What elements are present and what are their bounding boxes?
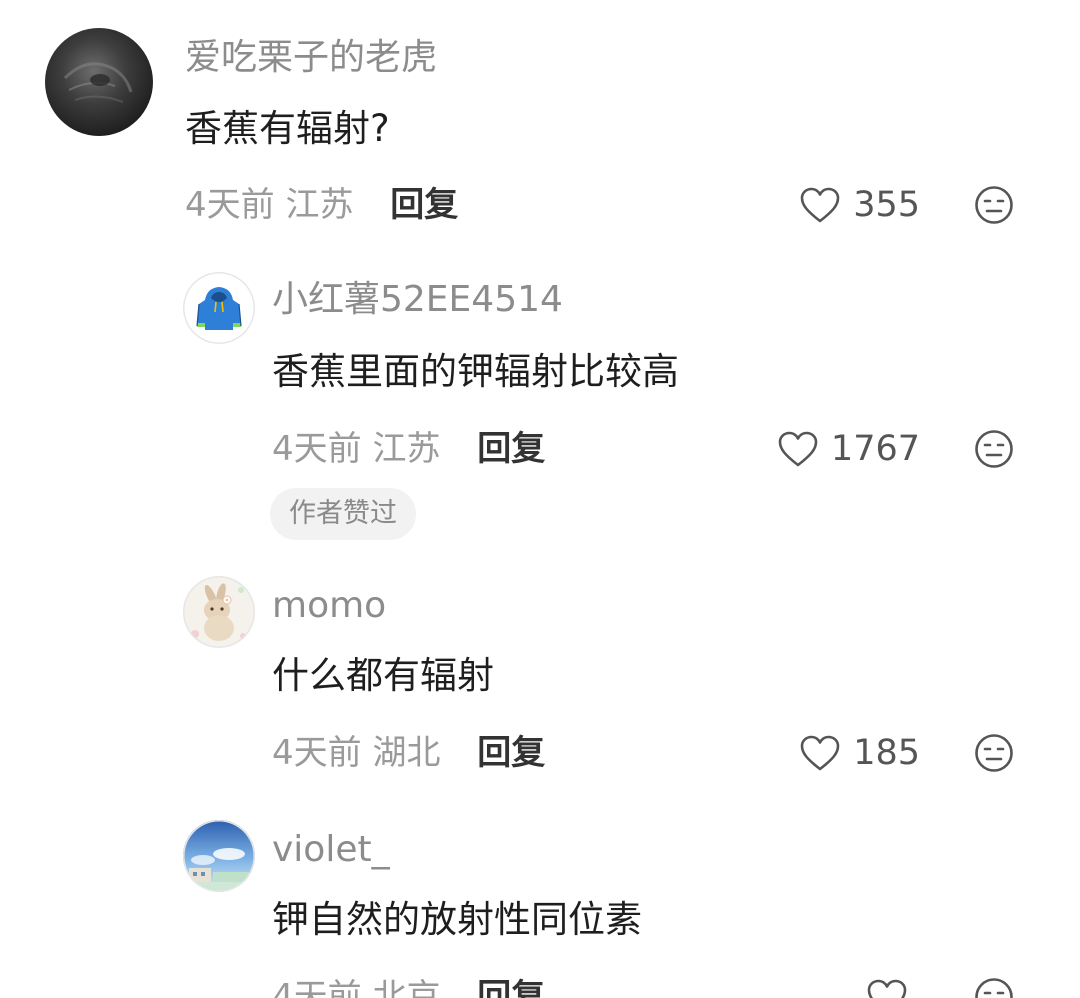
- like-button[interactable]: 1767: [777, 427, 920, 471]
- reply-button[interactable]: 回复: [477, 429, 545, 469]
- heart-outline-icon: [867, 979, 907, 998]
- timestamp: 4天前: [272, 733, 362, 773]
- comment-text[interactable]: 什么都有辐射: [272, 653, 494, 699]
- location: 北京: [372, 977, 441, 998]
- like-count: 1767: [830, 429, 920, 469]
- reply-button[interactable]: 回复: [390, 185, 458, 225]
- location: 江苏: [285, 185, 354, 225]
- like-button[interactable]: 355: [799, 183, 920, 227]
- comment-meta: 4天前 江苏 回复: [185, 183, 458, 227]
- username[interactable]: 小红薯52EE4514: [272, 278, 563, 322]
- comment-meta: 4天前 江苏 回复: [272, 427, 545, 471]
- meh-face-icon[interactable]: [974, 429, 1014, 469]
- avatar[interactable]: [45, 28, 153, 136]
- avatar[interactable]: [183, 576, 255, 648]
- blue-hoodie-avatar-icon: [183, 272, 255, 344]
- comment-text[interactable]: 香蕉里面的钾辐射比较高: [272, 349, 679, 395]
- avatar[interactable]: [183, 272, 255, 344]
- username[interactable]: 爱吃栗子的老虎: [185, 36, 437, 80]
- reply-button[interactable]: 回复: [477, 733, 545, 773]
- heart-outline-icon: [800, 187, 840, 223]
- reply-button[interactable]: 回复: [477, 977, 545, 998]
- timestamp: 4天前: [272, 977, 362, 998]
- comment-text[interactable]: 钾自然的放射性同位素: [272, 897, 642, 943]
- comment-meta: 4天前 湖北 回复: [272, 731, 545, 775]
- author-liked-badge: 作者赞过: [270, 488, 416, 540]
- like-count: 355: [853, 185, 920, 225]
- heart-outline-icon: [800, 735, 840, 771]
- meh-face-icon[interactable]: [974, 977, 1014, 998]
- sky-scene-avatar-icon: [183, 820, 255, 892]
- comment-meta: 4天前 北京 回复: [272, 975, 545, 998]
- heart-outline-icon: [778, 431, 818, 467]
- location: 江苏: [372, 429, 441, 469]
- location: 湖北: [372, 733, 441, 773]
- comment-thread: 爱吃栗子的老虎 香蕉有辐射? 4天前 江苏 回复 355 小红薯52EE4514…: [0, 0, 1080, 998]
- meh-face-icon[interactable]: [974, 733, 1014, 773]
- avatar[interactable]: [183, 820, 255, 892]
- timestamp: 4天前: [272, 429, 362, 469]
- comment-text[interactable]: 香蕉有辐射?: [185, 106, 390, 152]
- dark-cat-avatar-icon: [45, 28, 153, 136]
- username[interactable]: momo: [272, 584, 386, 628]
- like-count: 185: [853, 733, 920, 773]
- meh-face-icon[interactable]: [974, 185, 1014, 225]
- like-button[interactable]: [866, 975, 920, 998]
- bunny-avatar-icon: [183, 576, 255, 648]
- username[interactable]: violet_: [272, 828, 390, 872]
- like-button[interactable]: 185: [799, 731, 920, 775]
- timestamp: 4天前: [185, 185, 275, 225]
